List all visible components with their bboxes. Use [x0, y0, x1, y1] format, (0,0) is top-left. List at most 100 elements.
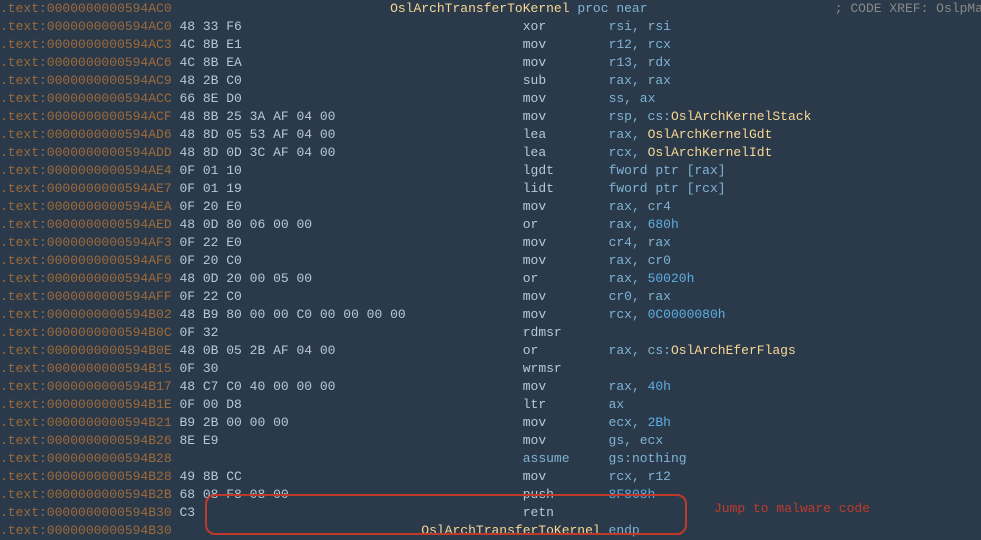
hex-bytes: 0F 22 E0 — [179, 235, 241, 250]
operands: rax, cr0 — [609, 253, 671, 268]
hex-bytes: 48 8D 05 53 AF 04 00 — [179, 127, 335, 142]
immediate: 50020h — [648, 271, 695, 286]
symbol: OslArchKernelGdt — [648, 127, 773, 142]
operands: rax, — [609, 127, 648, 142]
address: .text:0000000000594B2B — [0, 487, 172, 502]
mnemonic: mov — [523, 307, 546, 322]
hex-bytes: 66 8E D0 — [179, 91, 241, 106]
address: .text:0000000000594B30 — [0, 505, 172, 520]
mnemonic: rdmsr — [523, 325, 562, 340]
mnemonic: wrmsr — [523, 361, 562, 376]
address: .text:0000000000594B30 — [0, 523, 172, 538]
operands: cr0, rax — [609, 289, 671, 304]
mnemonic: lgdt — [523, 163, 554, 178]
disasm-line: .text:0000000000594AC3 4C 8B E1 mov r12,… — [0, 36, 981, 54]
hex-bytes: 48 B9 80 00 00 C0 00 00 00 00 — [179, 307, 405, 322]
mnemonic: push — [523, 487, 554, 502]
address: .text:0000000000594AC0 — [0, 1, 172, 16]
proc-name: OslArchTransferToKernel — [390, 1, 569, 16]
disasm-line: .text:0000000000594B28 assume gs:nothing — [0, 450, 981, 468]
disasm-line: .text:0000000000594AF9 48 0D 20 00 05 00… — [0, 270, 981, 288]
address: .text:0000000000594AC3 — [0, 37, 172, 52]
operands: rax, rax — [609, 73, 671, 88]
disasm-line: .text:0000000000594AC0 OslArchTransferTo… — [0, 0, 981, 18]
hex-bytes: 48 8D 0D 3C AF 04 00 — [179, 145, 335, 160]
mnemonic: mov — [523, 55, 546, 70]
operands: gs:nothing — [609, 451, 687, 466]
address: .text:0000000000594B0E — [0, 343, 172, 358]
address: .text:0000000000594ADD — [0, 145, 172, 160]
hex-bytes: 49 8B CC — [179, 469, 241, 484]
operands: fword ptr [rcx] — [609, 181, 726, 196]
disasm-line: .text:0000000000594ACC 66 8E D0 mov ss, … — [0, 90, 981, 108]
disasm-line: .text:0000000000594B0C 0F 32 rdmsr — [0, 324, 981, 342]
operands: rcx, r12 — [609, 469, 671, 484]
mnemonic: or — [523, 343, 539, 358]
operands: r13, rdx — [609, 55, 671, 70]
immediate: 2Bh — [648, 415, 671, 430]
mnemonic: mov — [523, 289, 546, 304]
operands: rax, — [609, 379, 648, 394]
operands: rax, — [609, 271, 648, 286]
mnemonic: mov — [523, 415, 546, 430]
mnemonic: mov — [523, 91, 546, 106]
mnemonic: or — [523, 271, 539, 286]
mnemonic: or — [523, 217, 539, 232]
hex-bytes: 48 8B 25 3A AF 04 00 — [179, 109, 335, 124]
operands: rax, cr4 — [609, 199, 671, 214]
hex-bytes: 68 08 F8 08 00 — [179, 487, 288, 502]
address: .text:0000000000594B21 — [0, 415, 172, 430]
address: .text:0000000000594AF6 — [0, 253, 172, 268]
disasm-line: .text:0000000000594B17 48 C7 C0 40 00 00… — [0, 378, 981, 396]
disasm-line: .text:0000000000594B15 0F 30 wrmsr — [0, 360, 981, 378]
mnemonic: lea — [523, 145, 546, 160]
hex-bytes: 0F 00 D8 — [179, 397, 241, 412]
disasm-line: .text:0000000000594AC6 4C 8B EA mov r13,… — [0, 54, 981, 72]
operands: rsi, rsi — [609, 19, 671, 34]
disasm-line: .text:0000000000594ACF 48 8B 25 3A AF 04… — [0, 108, 981, 126]
disasm-line: .text:0000000000594AED 48 0D 80 06 00 00… — [0, 216, 981, 234]
immediate: 40h — [648, 379, 671, 394]
disasm-line: .text:0000000000594B02 48 B9 80 00 00 C0… — [0, 306, 981, 324]
mnemonic: mov — [523, 235, 546, 250]
address: .text:0000000000594B1E — [0, 397, 172, 412]
address: .text:0000000000594AE7 — [0, 181, 172, 196]
mnemonic: retn — [523, 505, 554, 520]
hex-bytes: B9 2B 00 00 00 — [179, 415, 288, 430]
disasm-line: .text:0000000000594AEA 0F 20 E0 mov rax,… — [0, 198, 981, 216]
disassembly-view: .text:0000000000594AC0 OslArchTransferTo… — [0, 0, 981, 540]
address: .text:0000000000594AED — [0, 217, 172, 232]
symbol: OslArchEferFlags — [671, 343, 796, 358]
mnemonic: assume — [523, 451, 570, 466]
immediate: 8F808h — [609, 487, 656, 502]
mnemonic: sub — [523, 73, 546, 88]
mnemonic: mov — [523, 199, 546, 214]
hex-bytes: 0F 01 19 — [179, 181, 241, 196]
disasm-line: .text:0000000000594AE4 0F 01 10 lgdt fwo… — [0, 162, 981, 180]
disasm-line: .text:0000000000594AC0 48 33 F6 xor rsi,… — [0, 18, 981, 36]
hex-bytes: 4C 8B EA — [179, 55, 241, 70]
address: .text:0000000000594AD6 — [0, 127, 172, 142]
operands: rsp, cs: — [609, 109, 671, 124]
hex-bytes: C3 — [179, 505, 195, 520]
address: .text:0000000000594ACC — [0, 91, 172, 106]
disasm-line: .text:0000000000594B26 8E E9 mov gs, ecx — [0, 432, 981, 450]
address: .text:0000000000594B26 — [0, 433, 172, 448]
xref-comment: ; CODE XREF: OslpMain+8EC↑p — [835, 1, 981, 16]
operands: ecx, — [609, 415, 648, 430]
disasm-line: .text:0000000000594AF6 0F 20 C0 mov rax,… — [0, 252, 981, 270]
address: .text:0000000000594B15 — [0, 361, 172, 376]
symbol: OslArchKernelIdt — [648, 145, 773, 160]
symbol: OslArchKernelStack — [671, 109, 811, 124]
disasm-line: .text:0000000000594AE7 0F 01 19 lidt fwo… — [0, 180, 981, 198]
immediate: 680h — [648, 217, 679, 232]
hex-bytes: 4C 8B E1 — [179, 37, 241, 52]
hex-bytes: 0F 22 C0 — [179, 289, 241, 304]
operands: ss, ax — [609, 91, 656, 106]
mnemonic: mov — [523, 469, 546, 484]
mnemonic: mov — [523, 37, 546, 52]
hex-bytes: 48 C7 C0 40 00 00 00 — [179, 379, 335, 394]
address: .text:0000000000594B17 — [0, 379, 172, 394]
address: .text:0000000000594AC9 — [0, 73, 172, 88]
disasm-line: .text:0000000000594B30 OslArchTransferTo… — [0, 522, 981, 540]
